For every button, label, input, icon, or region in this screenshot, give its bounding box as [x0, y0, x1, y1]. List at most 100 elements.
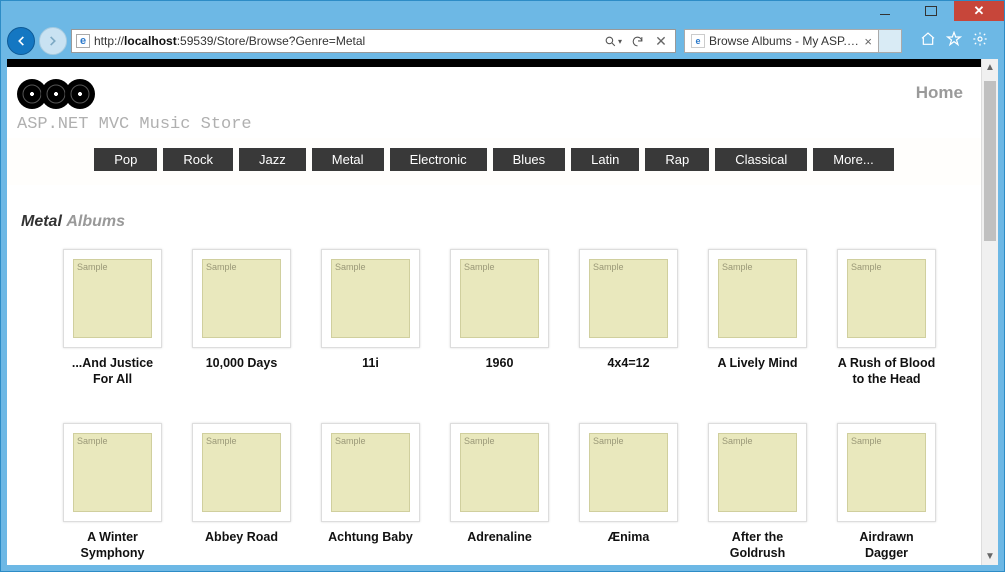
- sample-label: Sample: [464, 436, 495, 446]
- sample-label: Sample: [851, 262, 882, 272]
- genre-button-pop[interactable]: Pop: [94, 148, 157, 171]
- nav-home-link[interactable]: Home: [916, 83, 963, 103]
- genre-button-classical[interactable]: Classical: [715, 148, 807, 171]
- sample-label: Sample: [335, 436, 366, 446]
- album-title: A Rush of Blood to the Head: [837, 356, 936, 387]
- scrollbar[interactable]: ▲ ▼: [981, 59, 998, 565]
- genre-button-jazz[interactable]: Jazz: [239, 148, 306, 171]
- viewport: ASP.NET MVC Music Store Home Pop Rock Jazz…: [7, 59, 998, 565]
- forward-button[interactable]: [39, 27, 67, 55]
- album-title: Achtung Baby: [321, 530, 420, 546]
- maximize-button[interactable]: [908, 1, 954, 21]
- genre-button-more[interactable]: More...: [813, 148, 893, 171]
- scroll-up-icon[interactable]: ▲: [982, 59, 998, 76]
- sample-label: Sample: [722, 262, 753, 272]
- tab-strip: e Browse Albums - My ASP.N... ×: [684, 29, 906, 53]
- site-header: ASP.NET MVC Music Store Home: [7, 67, 981, 138]
- genre-button-electronic[interactable]: Electronic: [390, 148, 487, 171]
- album-thumb: Sample: [579, 249, 678, 348]
- url-text: http://localhost:59539/Store/Browse?Genr…: [94, 34, 599, 48]
- tab-favicon: e: [691, 34, 705, 48]
- album-thumb: Sample: [837, 249, 936, 348]
- album-item[interactable]: Sample 10,000 Days: [192, 249, 291, 387]
- home-icon[interactable]: [920, 31, 936, 51]
- album-title: ...And Justice For All: [63, 356, 162, 387]
- album-thumb: Sample: [63, 423, 162, 522]
- genre-button-blues[interactable]: Blues: [493, 148, 566, 171]
- heading-genre: Metal: [21, 213, 62, 230]
- album-thumb: Sample: [321, 423, 420, 522]
- album-thumb: Sample: [192, 423, 291, 522]
- heading-word: Albums: [66, 213, 125, 230]
- sample-label: Sample: [464, 262, 495, 272]
- album-item[interactable]: SampleÆnima: [579, 423, 678, 561]
- tools-icon[interactable]: [972, 31, 988, 51]
- browser-tab[interactable]: e Browse Albums - My ASP.N... ×: [684, 29, 879, 53]
- album-item[interactable]: Sample Adrenaline: [450, 423, 549, 561]
- minimize-button[interactable]: [862, 1, 908, 21]
- tab-close-icon[interactable]: ×: [864, 34, 872, 49]
- album-item[interactable]: SampleA Lively Mind: [708, 249, 807, 387]
- album-thumb: Sample: [192, 249, 291, 348]
- album-title: 11i: [321, 356, 420, 372]
- scroll-down-icon[interactable]: ▼: [982, 548, 998, 565]
- refresh-icon[interactable]: [627, 31, 647, 51]
- sample-label: Sample: [335, 262, 366, 272]
- close-button[interactable]: [954, 1, 1004, 21]
- site-logo[interactable]: ASP.NET MVC Music Store: [17, 79, 252, 134]
- sample-label: Sample: [77, 436, 108, 446]
- album-item[interactable]: Sample Airdrawn Dagger: [837, 423, 936, 561]
- album-item[interactable]: Sample A Rush of Blood to the Head: [837, 249, 936, 387]
- album-thumb: Sample: [450, 423, 549, 522]
- genre-button-rock[interactable]: Rock: [163, 148, 233, 171]
- album-title: Adrenaline: [450, 530, 549, 546]
- site-name: ASP.NET MVC Music Store: [17, 115, 252, 134]
- scroll-thumb[interactable]: [984, 81, 996, 241]
- logo-discs-icon: [17, 79, 252, 109]
- album-item[interactable]: Sample After the Goldrush: [708, 423, 807, 561]
- section-heading: Metal Albums: [7, 185, 981, 231]
- album-title: 1960: [450, 356, 549, 372]
- album-item[interactable]: Sample Achtung Baby: [321, 423, 420, 561]
- stop-icon[interactable]: ✕: [651, 31, 671, 51]
- album-thumb: Sample: [579, 423, 678, 522]
- sample-label: Sample: [593, 436, 624, 446]
- album-thumb: Sample: [837, 423, 936, 522]
- album-title: Airdrawn Dagger: [837, 530, 936, 561]
- album-thumb: Sample: [708, 249, 807, 348]
- album-thumb: Sample: [321, 249, 420, 348]
- album-item[interactable]: Sample 1960: [450, 249, 549, 387]
- album-item[interactable]: Sample4x4=12: [579, 249, 678, 387]
- page-content: ASP.NET MVC Music Store Home Pop Rock Jazz…: [7, 59, 981, 565]
- tab-title: Browse Albums - My ASP.N...: [709, 34, 860, 48]
- genre-button-rap[interactable]: Rap: [645, 148, 709, 171]
- window-titlebar: [1, 1, 1004, 27]
- album-title: 10,000 Days: [192, 356, 291, 372]
- address-bar[interactable]: e http://localhost:59539/Store/Browse?Ge…: [71, 29, 676, 53]
- sample-label: Sample: [206, 436, 237, 446]
- album-thumb: Sample: [708, 423, 807, 522]
- album-item[interactable]: Sample 11i: [321, 249, 420, 387]
- sample-label: Sample: [206, 262, 237, 272]
- album-item[interactable]: Sample A Winter Symphony: [63, 423, 162, 561]
- genre-button-latin[interactable]: Latin: [571, 148, 639, 171]
- sample-label: Sample: [851, 436, 882, 446]
- browser-window: e http://localhost:59539/Store/Browse?Ge…: [0, 0, 1005, 572]
- album-title: After the Goldrush: [708, 530, 807, 561]
- top-bar: [7, 59, 981, 67]
- genre-nav: Pop Rock Jazz Metal Electronic BluesLatin Rap C…: [7, 138, 981, 185]
- favorites-icon[interactable]: [946, 31, 962, 51]
- album-grid: Sample ...And Justice For All Sample 10,000…: [7, 231, 981, 562]
- new-tab-button[interactable]: [878, 29, 902, 53]
- album-title: A Winter Symphony: [63, 530, 162, 561]
- page-icon: e: [76, 34, 90, 48]
- search-dropdown-icon[interactable]: ▾: [603, 31, 623, 51]
- back-button[interactable]: [7, 27, 35, 55]
- album-item[interactable]: Sample Abbey Road: [192, 423, 291, 561]
- genre-button-metal[interactable]: Metal: [312, 148, 384, 171]
- album-title: Abbey Road: [192, 530, 291, 546]
- sample-label: Sample: [77, 262, 108, 272]
- album-thumb: Sample: [450, 249, 549, 348]
- album-item[interactable]: Sample ...And Justice For All: [63, 249, 162, 387]
- album-thumb: Sample: [63, 249, 162, 348]
